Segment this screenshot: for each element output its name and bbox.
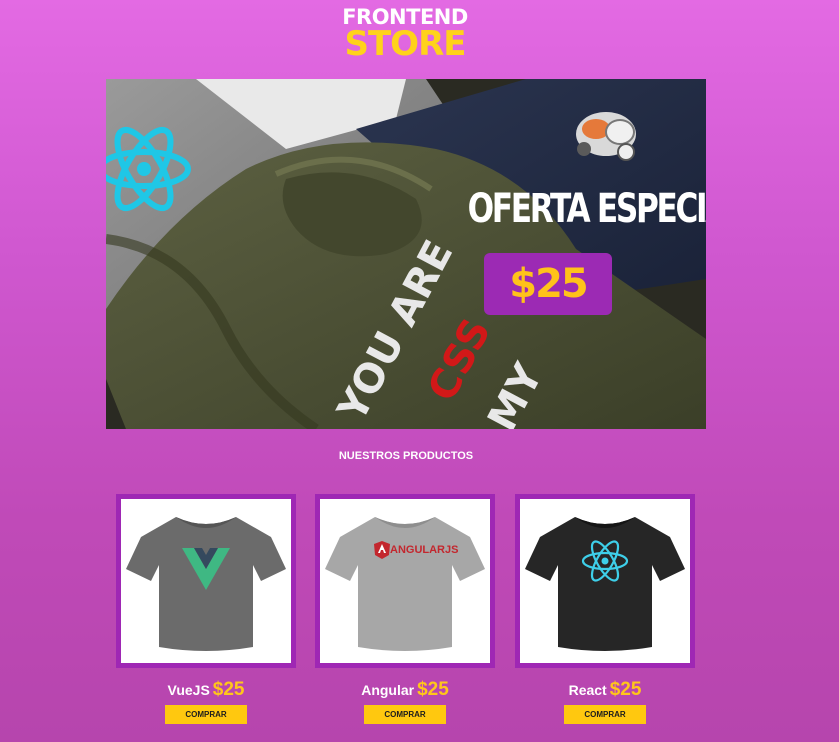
product-card-react: React $25 COMPRAR [515,494,695,724]
tshirt-text: ANGULARJS [390,544,458,556]
product-card-angular: ANGULARJS Angular $25 COMPRAR [315,494,495,724]
tshirt-image: ANGULARJS [325,517,485,651]
product-image-frame[interactable] [515,494,695,668]
buy-button-vuejs[interactable]: COMPRAR [165,705,247,724]
offer-title: OFERTA ESPECIAL [467,186,706,232]
product-name: React [568,682,607,698]
tshirt-image [525,517,685,651]
robot-graphic [576,112,636,161]
product-card-vuejs: VueJS $25 COMPRAR [116,494,296,724]
tshirt-body [325,517,485,651]
offer-price-badge: $25 [484,253,612,315]
product-price: $25 [609,679,642,700]
buy-button-angular[interactable]: COMPRAR [364,705,446,724]
tshirt-image [126,517,286,651]
buy-button-react[interactable]: COMPRAR [564,705,646,724]
product-name: VueJS [167,682,210,698]
tshirt-body [525,517,685,651]
hero-banner: YOU ARE CSS MY OFERTA ESPECIAL $25 [106,79,706,429]
product-name: Angular [361,682,415,698]
logo-line-store: STORE [344,24,467,64]
store-logo[interactable]: FRONTEND STORE [339,6,471,64]
product-image-frame[interactable]: ANGULARJS [315,494,495,668]
product-price: $25 [212,679,245,700]
products-heading: NUESTROS PRODUCTOS [338,450,474,462]
hero-tshirts-photo: YOU ARE CSS MY [106,79,706,429]
product-image-frame[interactable] [116,494,296,668]
product-price: $25 [417,679,449,700]
